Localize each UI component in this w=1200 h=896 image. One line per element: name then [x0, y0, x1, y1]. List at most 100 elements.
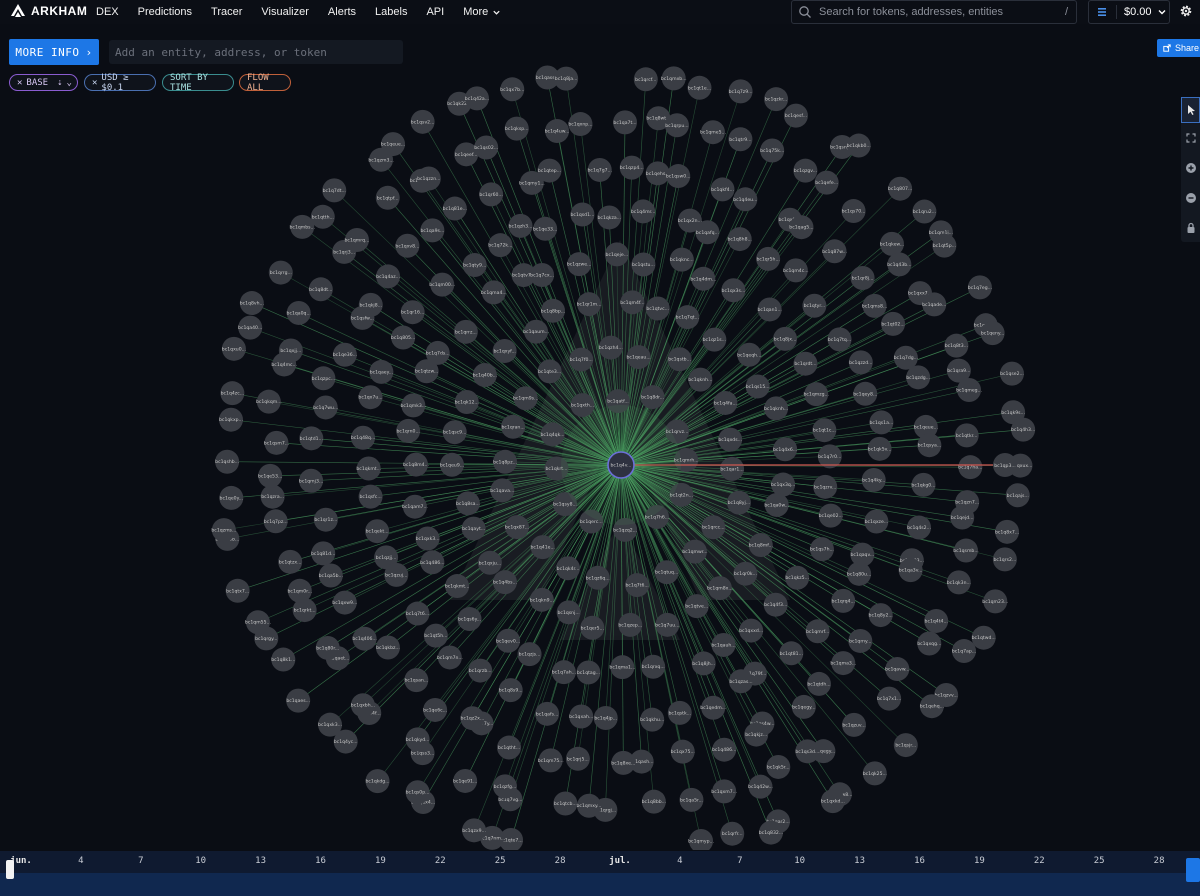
- address-node[interactable]: bc1q7ds...: [425, 340, 450, 365]
- address-node[interactable]: bc1qtdh...: [806, 671, 831, 696]
- address-node[interactable]: bc1q72k...: [488, 233, 512, 258]
- address-node[interactable]: bc1qeau...: [627, 345, 651, 370]
- address-node[interactable]: bc1qx3q...: [771, 472, 795, 497]
- address-node[interactable]: bc1qse2...: [999, 361, 1024, 386]
- address-node[interactable]: bc1q8dr...: [640, 385, 665, 410]
- address-node[interactable]: bc1qzzn...: [416, 166, 441, 191]
- address-node[interactable]: bc1qtep...: [537, 158, 562, 183]
- nav-labels[interactable]: Labels: [375, 6, 407, 18]
- address-node[interactable]: bc1q7ah...: [552, 660, 576, 685]
- address-node[interactable]: bc1qrcc...: [701, 515, 726, 540]
- address-node[interactable]: bc1qtuq...: [654, 560, 679, 585]
- nav-more[interactable]: More: [463, 6, 501, 18]
- address-node[interactable]: bc1q4fa...: [713, 390, 738, 415]
- address-node[interactable]: bc1qafs...: [535, 701, 560, 726]
- address-node[interactable]: bc1qme5...: [700, 120, 726, 145]
- address-node[interactable]: bc1qxds...: [718, 427, 743, 452]
- address-node[interactable]: bc1qknc...: [669, 247, 694, 272]
- address-node[interactable]: bc1qr16...: [400, 300, 425, 325]
- address-node[interactable]: bc1q4uw...: [545, 119, 570, 144]
- address-node[interactable]: bc1q4zc...: [220, 381, 245, 406]
- address-node[interactable]: bc1qag5...: [789, 215, 814, 240]
- address-node[interactable]: bc1qt5h...: [423, 623, 448, 648]
- address-node[interactable]: bc1qs70...: [841, 199, 866, 224]
- address-node[interactable]: bc1qkxp...: [219, 407, 244, 432]
- address-node[interactable]: bc1qsmb...: [953, 538, 979, 563]
- address-node[interactable]: bc1qekt...: [365, 519, 390, 544]
- address-node[interactable]: bc1qrrg...: [268, 260, 293, 285]
- address-node[interactable]: bc1qaey...: [369, 359, 394, 384]
- address-node[interactable]: bc1qz6q...: [585, 565, 610, 590]
- address-node[interactable]: bc1qx3s...: [721, 278, 746, 303]
- address-node[interactable]: bc1qxkd...: [820, 789, 845, 814]
- address-node[interactable]: bc1qer5...: [580, 615, 605, 640]
- address-node[interactable]: bc1qr5h...: [756, 246, 781, 271]
- address-node[interactable]: bc1q7uu...: [655, 612, 680, 637]
- nav-visualizer[interactable]: Visualizer: [261, 6, 309, 18]
- timeline-end-handle[interactable]: [1186, 858, 1200, 882]
- address-node[interactable]: bc1qrrz...: [453, 319, 478, 344]
- address-node[interactable]: bc1q43b...: [887, 252, 912, 277]
- address-node[interactable]: bc1qev0...: [496, 628, 520, 653]
- address-node[interactable]: bc1qtr9...: [728, 127, 753, 152]
- address-node[interactable]: bc1qxk3...: [415, 526, 440, 551]
- address-node[interactable]: bc1qte3...: [537, 359, 562, 384]
- address-node[interactable]: bc1qm75...: [538, 748, 564, 773]
- address-node[interactable]: bc1qsv2...: [410, 109, 435, 134]
- address-node[interactable]: bc1qzep...: [618, 612, 643, 637]
- lock-tool[interactable]: [1181, 215, 1200, 241]
- address-node[interactable]: bc1qar1...: [720, 456, 745, 481]
- pointer-tool[interactable]: [1181, 97, 1200, 123]
- address-node[interactable]: bc1qt5p...: [932, 233, 957, 258]
- address-node[interactable]: bc1q4az...: [376, 264, 401, 289]
- address-node[interactable]: bc1q7wu...: [313, 395, 338, 420]
- address-node[interactable]: bc1q7g7...: [588, 157, 612, 182]
- address-node[interactable]: bc1q7pz...: [263, 509, 288, 534]
- address-node[interactable]: bc1qsfc...: [358, 484, 383, 509]
- address-node[interactable]: bc1qzkr...: [764, 87, 789, 112]
- address-node[interactable]: bc1q7dt...: [322, 178, 347, 203]
- address-node[interactable]: bc1qm00...: [429, 272, 455, 297]
- address-node[interactable]: bc1qe91...: [453, 768, 477, 793]
- address-node[interactable]: bc1qr60...: [479, 182, 504, 207]
- address-node[interactable]: bc1q4ky...: [861, 467, 886, 492]
- address-node[interactable]: bc1qsw0...: [666, 164, 691, 189]
- address-node[interactable]: bc1q832...: [759, 820, 783, 845]
- address-node[interactable]: bc1qzdg...: [906, 365, 931, 390]
- address-node[interactable]: bc1q7tq...: [827, 327, 852, 352]
- address-node[interactable]: bc1qeje...: [604, 242, 629, 267]
- address-node[interactable]: bc1q48q...: [351, 425, 375, 450]
- address-node[interactable]: bc1qm4f...: [620, 290, 645, 315]
- address-node[interactable]: bc1q486...: [420, 550, 445, 575]
- address-node[interactable]: bc1qkdg...: [365, 769, 390, 794]
- address-node[interactable]: bc1q41e...: [531, 535, 555, 560]
- address-node[interactable]: bc1qkj8...: [358, 292, 383, 317]
- address-node[interactable]: bc1qksp...: [504, 116, 529, 141]
- address-node[interactable]: bc1qafq...: [695, 220, 720, 245]
- nav-tracer[interactable]: Tracer: [211, 6, 242, 18]
- address-node[interactable]: bc1qru2...: [912, 199, 937, 224]
- address-node[interactable]: bc1qs02...: [474, 135, 499, 160]
- address-node[interactable]: bc1qzgv...: [793, 158, 818, 183]
- address-node[interactable]: bc1qajs...: [1005, 483, 1030, 508]
- address-node[interactable]: bc1qzfg...: [492, 774, 517, 799]
- address-node[interactable]: bc1qa7t...: [613, 110, 638, 135]
- address-node[interactable]: bc1qk3n...: [947, 570, 971, 595]
- address-node[interactable]: bc1q8m4...: [403, 452, 429, 477]
- address-node[interactable]: bc1q805...: [391, 325, 415, 350]
- address-node[interactable]: bc1qe6c...: [423, 697, 448, 722]
- address-node[interactable]: bc1qstb...: [667, 347, 692, 372]
- address-node[interactable]: bc1q4dm...: [690, 266, 716, 291]
- address-node[interactable]: bc1qkhu...: [640, 707, 664, 732]
- address-node[interactable]: bc1qsd1...: [570, 202, 595, 227]
- address-node[interactable]: bc1qeue...: [381, 132, 405, 157]
- address-node[interactable]: bc1qkg0...: [911, 472, 936, 497]
- address-node[interactable]: bc1qa3v...: [898, 558, 923, 583]
- address-node[interactable]: bc1qstk...: [667, 700, 692, 725]
- address-node[interactable]: bc1qrpu...: [664, 113, 689, 138]
- address-node[interactable]: bc1q8vh...: [240, 291, 264, 316]
- address-node[interactable]: bc1q4x6...: [773, 437, 797, 462]
- address-node[interactable]: bc1qayt...: [461, 516, 486, 541]
- address-node[interactable]: bc1qran...: [501, 414, 526, 439]
- address-node[interactable]: bc1qxnp...: [568, 112, 593, 137]
